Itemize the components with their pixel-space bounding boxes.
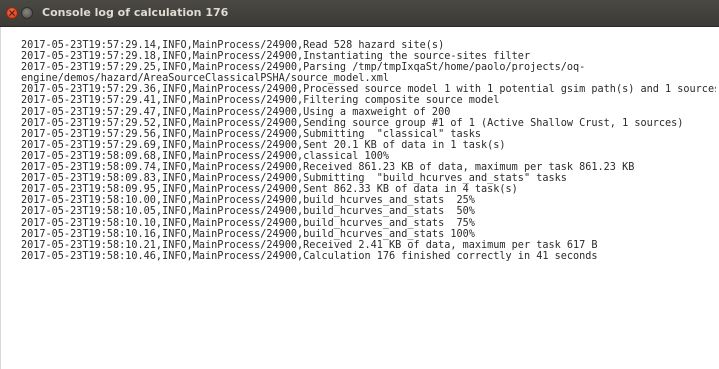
console-log-window: Console log of calculation 176 2017-05-2… xyxy=(0,0,719,369)
title-bar[interactable]: Console log of calculation 176 xyxy=(0,0,719,27)
log-line: 2017-05-23T19:57:29.25,INFO,MainProcess/… xyxy=(21,62,586,74)
window-title: Console log of calculation 176 xyxy=(42,6,229,19)
log-text: 2017-05-23T19:57:29.14,INFO,MainProcess/… xyxy=(21,40,716,262)
log-line: 2017-05-23T19:58:10.05,INFO,MainProcess/… xyxy=(21,206,475,218)
log-line: 2017-05-23T19:58:09.74,INFO,MainProcess/… xyxy=(21,162,635,174)
log-line: 2017-05-23T19:57:29.14,INFO,MainProcess/… xyxy=(21,40,445,51)
log-line: engine/demos/hazard/AreaSourceClassicalP… xyxy=(21,73,390,85)
log-line: 2017-05-23T19:57:29.47,INFO,MainProcess/… xyxy=(21,106,451,118)
log-line: 2017-05-23T19:57:29.69,INFO,MainProcess/… xyxy=(21,139,506,151)
minimize-window-button[interactable] xyxy=(21,7,33,19)
log-line: 2017-05-23T19:58:09.83,INFO,MainProcess/… xyxy=(21,173,567,185)
close-icon xyxy=(9,10,15,16)
log-line: 2017-05-23T19:58:10.10,INFO,MainProcess/… xyxy=(21,217,475,229)
log-line: 2017-05-23T19:58:09.95,INFO,MainProcess/… xyxy=(21,184,518,196)
log-line: 2017-05-23T19:57:29.52,INFO,MainProcess/… xyxy=(21,117,684,129)
console-area[interactable]: 2017-05-23T19:57:29.14,INFO,MainProcess/… xyxy=(0,27,719,369)
close-window-button[interactable] xyxy=(6,7,18,19)
log-line: 2017-05-23T19:57:29.41,INFO,MainProcess/… xyxy=(21,95,500,107)
log-line: 2017-05-23T19:58:10.46,INFO,MainProcess/… xyxy=(21,250,598,262)
log-line: 2017-05-23T19:57:29.36,INFO,MainProcess/… xyxy=(21,84,716,96)
log-line: 2017-05-23T19:58:10.00,INFO,MainProcess/… xyxy=(21,195,475,207)
log-line: 2017-05-23T19:57:29.56,INFO,MainProcess/… xyxy=(21,128,482,140)
log-line: 2017-05-23T19:58:09.68,INFO,MainProcess/… xyxy=(21,150,390,162)
log-line: 2017-05-23T19:58:10.16,INFO,MainProcess/… xyxy=(21,228,475,240)
log-line: 2017-05-23T19:57:29.18,INFO,MainProcess/… xyxy=(21,51,531,63)
log-line: 2017-05-23T19:58:10.21,INFO,MainProcess/… xyxy=(21,239,598,251)
